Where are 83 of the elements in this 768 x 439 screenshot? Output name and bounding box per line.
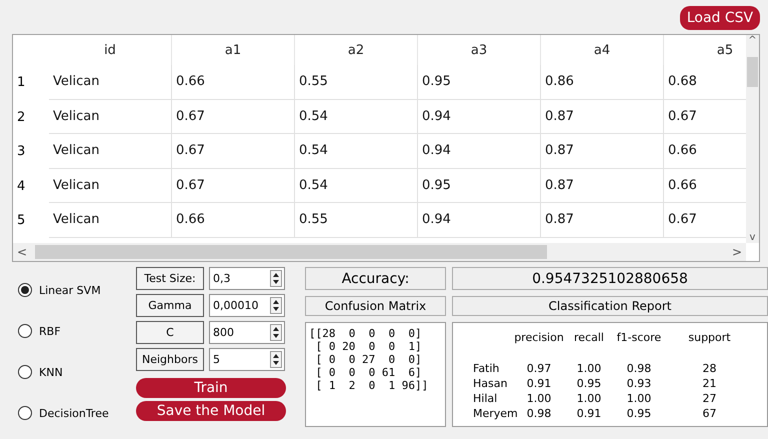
row-number: 2	[16, 108, 26, 127]
column-header[interactable]: a3	[418, 35, 541, 65]
report-value: 67	[702, 407, 718, 420]
table-cell: 0.54	[295, 134, 418, 168]
spin-arrows-icon[interactable]	[270, 351, 282, 368]
column-header[interactable]: a1	[172, 35, 295, 65]
vertical-scrollbar[interactable]: ^ v	[746, 35, 759, 243]
report-value: 27	[702, 392, 718, 405]
confusion-matrix-title: Confusion Matrix	[305, 296, 446, 316]
spin-box[interactable]: 0,00010	[209, 294, 285, 317]
table-cell: Velican	[49, 65, 172, 100]
report-header: recall	[573, 330, 605, 344]
column-header[interactable]: a2	[295, 35, 418, 65]
parameter-label: Gamma	[136, 294, 204, 317]
table-cell: Velican	[49, 100, 172, 134]
report-header: f1-score	[616, 330, 662, 344]
report-value: 1.00	[626, 392, 652, 405]
row-number: 5	[16, 212, 26, 230]
accuracy-label: Accuracy:	[305, 267, 446, 290]
model-radio[interactable]: KNN	[18, 363, 130, 381]
train-button[interactable]: Train	[136, 378, 286, 398]
save-model-button[interactable]: Save the Model	[136, 401, 286, 421]
horizontal-scrollbar[interactable]: < >	[13, 243, 746, 261]
report-value: 0.95	[576, 377, 602, 390]
class-label: Hilal	[472, 392, 498, 405]
table-cell: 0.87	[541, 168, 664, 203]
table-cell: 0.95	[418, 168, 541, 203]
spin-box[interactable]: 0,3	[209, 267, 285, 290]
table-cell: 0.67	[172, 168, 295, 203]
confusion-matrix-text: [[28 0 0 0 0] [ 0 20 0 0 1] [ 0 0 27 0 0] [ 0 0 0 61 6] [ 1 2 0 1 96]]	[305, 322, 446, 427]
report-value: 1.00	[526, 392, 552, 405]
report-value: 1.00	[576, 362, 602, 375]
spin-box[interactable]: 800	[209, 321, 285, 344]
table-cell: 0.94	[418, 100, 541, 134]
table-cell: 0.54	[295, 168, 418, 203]
parameter-label: C	[136, 321, 204, 344]
accuracy-value: 0.9547325102880658	[452, 267, 768, 290]
parameter-label: Neighbors	[136, 348, 204, 371]
model-radio[interactable]: DecisionTree	[18, 404, 130, 422]
load-csv-button[interactable]: Load CSV	[680, 6, 760, 30]
spin-arrows-icon[interactable]	[270, 324, 282, 341]
table-cell: 0.55	[295, 65, 418, 100]
table-cell: 0.66	[172, 203, 295, 238]
model-radio[interactable]: RBF	[18, 322, 130, 340]
report-header: support	[687, 330, 732, 344]
parameter-label: Test Size:	[136, 267, 204, 290]
table-cell: Velican	[49, 203, 172, 238]
column-header[interactable]: id	[49, 35, 172, 65]
table-cell: 0.87	[541, 134, 664, 168]
table-cell: 0.67	[172, 100, 295, 134]
report-header: precision	[513, 330, 565, 344]
spin-box[interactable]: 5	[209, 348, 285, 371]
report-value: 0.98	[626, 362, 652, 375]
report-value: 0.97	[526, 362, 552, 375]
class-label: Hasan	[472, 377, 508, 390]
spin-arrows-icon[interactable]	[270, 297, 282, 314]
report-value: 21	[702, 377, 718, 390]
spin-arrows-icon[interactable]	[270, 270, 282, 287]
table-cell: 0.66	[172, 65, 295, 100]
table-cell: 0.54	[295, 100, 418, 134]
table-cell: 0.95	[418, 65, 541, 100]
row-number: 1	[16, 74, 26, 92]
report-value: 0.93	[626, 377, 652, 390]
table-cell: 0.94	[418, 134, 541, 168]
report-value: 1.00	[576, 392, 602, 405]
report-value: 0.91	[576, 407, 602, 420]
table-cell: 0.55	[295, 203, 418, 238]
row-number: 4	[16, 178, 26, 196]
report-value: 28	[702, 362, 718, 375]
model-radio[interactable]: Linear SVM	[18, 281, 130, 299]
table-cell: 0.94	[418, 203, 541, 238]
table-cell: 0.67	[172, 134, 295, 168]
table-cell: 0.86	[541, 65, 664, 100]
row-number: 3	[16, 143, 26, 162]
class-label: Fatih	[472, 362, 500, 375]
classification-report-title: Classification Report	[452, 296, 768, 316]
column-header[interactable]: a4	[541, 35, 664, 65]
report-value: 0.91	[526, 377, 552, 390]
table-cell: 0.87	[541, 100, 664, 134]
table-cell: Velican	[49, 134, 172, 168]
report-value: 0.95	[626, 407, 652, 420]
table-cell: 0.87	[541, 203, 664, 238]
table-cell: Velican	[49, 168, 172, 203]
